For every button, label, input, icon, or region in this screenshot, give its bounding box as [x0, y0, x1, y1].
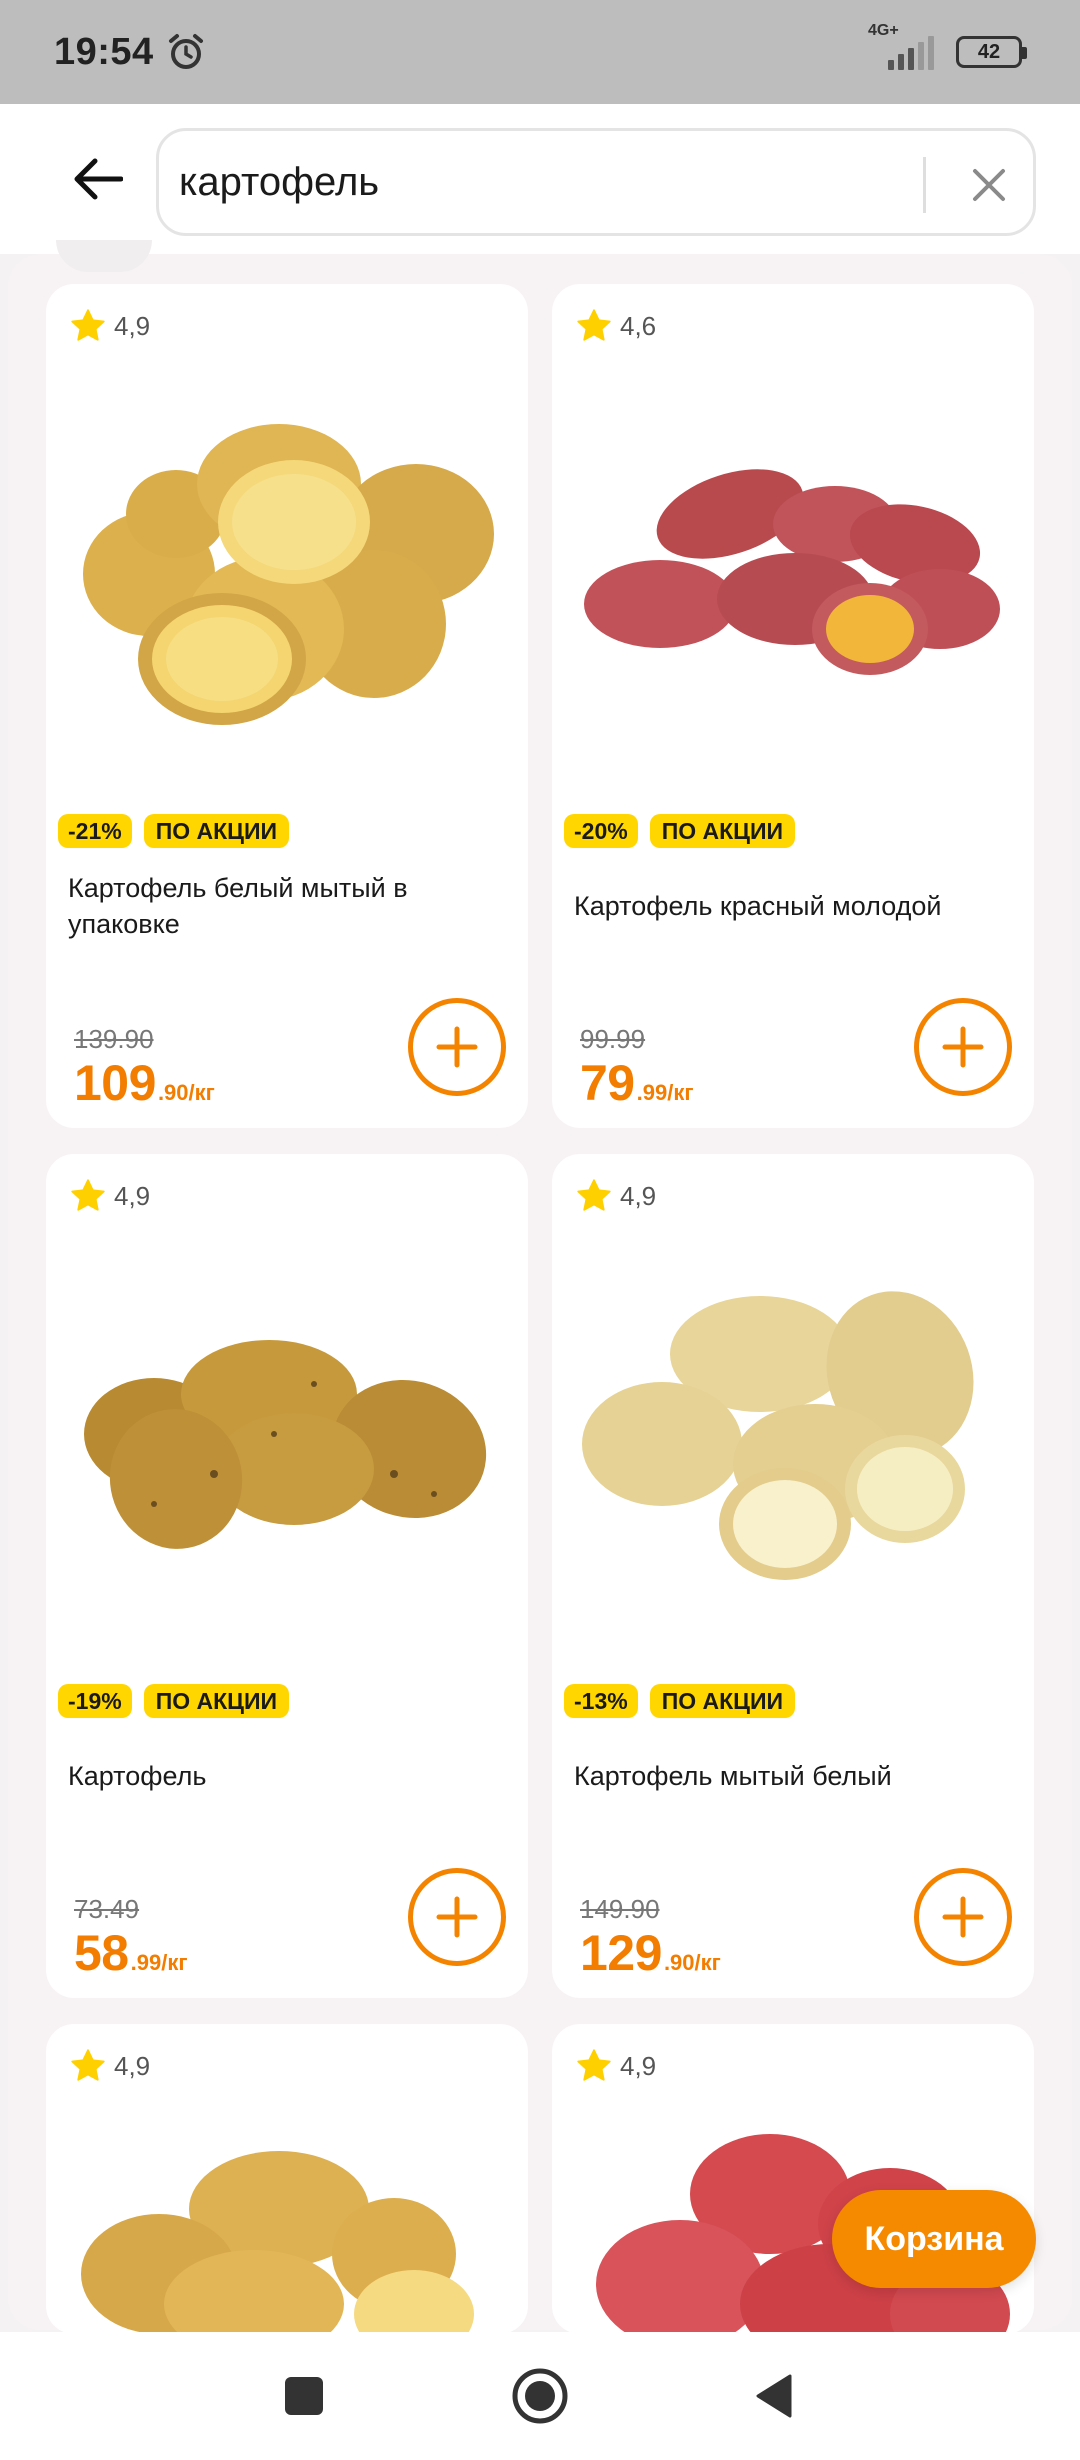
discount-badge: -20% — [564, 814, 638, 848]
rating: 4,9 — [574, 2046, 656, 2086]
star-icon — [577, 309, 611, 341]
clear-search-button[interactable] — [959, 155, 1019, 215]
star-icon — [577, 2049, 611, 2081]
rating-value: 4,9 — [620, 1180, 657, 1211]
price-fraction: .99/кг — [636, 1080, 694, 1105]
discount-badge: -19% — [58, 1684, 132, 1718]
product-image — [582, 1291, 974, 1580]
price-main: 129 — [580, 1925, 662, 1981]
home-circle-icon — [512, 2368, 568, 2424]
back-arrow-icon — [74, 158, 123, 200]
discount-badge: -21% — [58, 814, 132, 848]
product-image — [584, 469, 1000, 675]
old-price: 73.49 — [74, 1894, 140, 1924]
search-input[interactable] — [179, 152, 879, 212]
product-card[interactable]: 4,9 -13% ПО АКЦИИ Картофель мытый белый … — [552, 1154, 1034, 1998]
product-image — [84, 1340, 487, 1549]
cart-button[interactable]: Корзина — [832, 2190, 1036, 2288]
star-icon — [71, 2049, 105, 2081]
rating-value: 4,9 — [620, 2050, 657, 2081]
alarm-icon — [168, 34, 203, 69]
product-image — [83, 424, 494, 725]
add-to-cart-button[interactable] — [408, 998, 506, 1096]
add-to-cart-button[interactable] — [408, 1868, 506, 1966]
promo-badge: ПО АКЦИИ — [143, 814, 290, 848]
product-image — [81, 2151, 474, 2334]
badges: -21% ПО АКЦИИ — [58, 814, 290, 848]
search-divider — [923, 157, 926, 213]
price: 58 .99/кг — [74, 1924, 188, 1982]
plus-icon — [942, 1026, 984, 1068]
status-time: 19:54 — [54, 30, 154, 73]
status-right: 4G+ 42 — [868, 22, 1027, 70]
price-main: 79 — [580, 1055, 635, 1111]
old-price: 139.90 — [74, 1024, 154, 1054]
old-price: 99.99 — [580, 1024, 646, 1054]
recents-button[interactable] — [266, 2358, 342, 2434]
star-icon — [71, 1179, 105, 1211]
price-fraction: .90/кг — [157, 1080, 215, 1105]
old-price: 149.90 — [580, 1894, 660, 1924]
promo-badge: ПО АКЦИИ — [649, 1684, 796, 1718]
rating-value: 4,9 — [114, 310, 151, 341]
back-button[interactable] — [66, 151, 130, 207]
product-card[interactable]: 4,9 -19% ПО АКЦИИ Картофель 73.49 58 .99… — [46, 1154, 528, 1998]
battery-level: 42 — [977, 40, 1001, 63]
plus-icon — [942, 1896, 984, 1938]
star-icon — [577, 1179, 611, 1211]
system-nav-bar — [0, 2332, 1080, 2460]
star-icon — [71, 309, 105, 341]
price-main: 58 — [74, 1925, 129, 1981]
battery-icon: 42 — [956, 36, 1027, 68]
product-card[interactable]: 4,9 -21% ПО АКЦИИ Картофель белый мытый … — [46, 284, 528, 1128]
price-fraction: .99/кг — [130, 1950, 188, 1975]
status-bar: 19:54 4G+ 42 — [0, 0, 1080, 104]
rating: 4,9 — [574, 1176, 656, 1216]
home-button[interactable] — [502, 2358, 578, 2434]
badges: -13% ПО АКЦИИ — [564, 1684, 796, 1718]
cart-label: Корзина — [864, 2219, 1004, 2258]
search-header — [0, 104, 1080, 254]
plus-icon — [436, 1026, 478, 1068]
rating: 4,9 — [68, 2046, 150, 2086]
price-main: 109 — [74, 1055, 156, 1111]
badges: -19% ПО АКЦИИ — [58, 1684, 290, 1718]
plus-icon — [436, 1896, 478, 1938]
product-card[interactable]: 4,9 — [46, 2024, 528, 2334]
close-icon — [973, 169, 1005, 201]
promo-badge: ПО АКЦИИ — [649, 814, 796, 848]
rating-value: 4,6 — [620, 310, 657, 341]
search-box — [156, 128, 1036, 236]
add-to-cart-button[interactable] — [914, 1868, 1012, 1966]
product-title: Картофель мытый белый — [574, 1761, 892, 1791]
price: 79 .99/кг — [580, 1054, 694, 1112]
price-fraction: .90/кг — [663, 1950, 721, 1975]
signal-icon: 4G+ — [868, 22, 934, 70]
product-title: Картофель — [68, 1761, 207, 1791]
add-to-cart-button[interactable] — [914, 998, 1012, 1096]
rating: 4,9 — [68, 1176, 150, 1216]
rating-value: 4,9 — [114, 2050, 151, 2081]
rating: 4,6 — [574, 306, 656, 346]
square-icon — [285, 2377, 323, 2415]
product-title: Картофель красный молодой — [574, 891, 942, 921]
status-left: 19:54 — [54, 31, 206, 74]
rating: 4,9 — [68, 306, 150, 346]
price: 129 .90/кг — [580, 1924, 721, 1982]
product-title: Картофель белый мытый в упаковке — [68, 873, 408, 939]
discount-badge: -13% — [564, 1684, 638, 1718]
badges: -20% ПО АКЦИИ — [564, 814, 796, 848]
rating-value: 4,9 — [114, 1180, 151, 1211]
promo-badge: ПО АКЦИИ — [143, 1684, 290, 1718]
triangle-back-icon — [756, 2374, 792, 2418]
back-nav-button[interactable] — [736, 2358, 812, 2434]
product-card[interactable]: 4,6 -20% ПО АКЦИИ Картофель красный моло… — [552, 284, 1034, 1128]
price: 109 .90/кг — [74, 1054, 215, 1112]
